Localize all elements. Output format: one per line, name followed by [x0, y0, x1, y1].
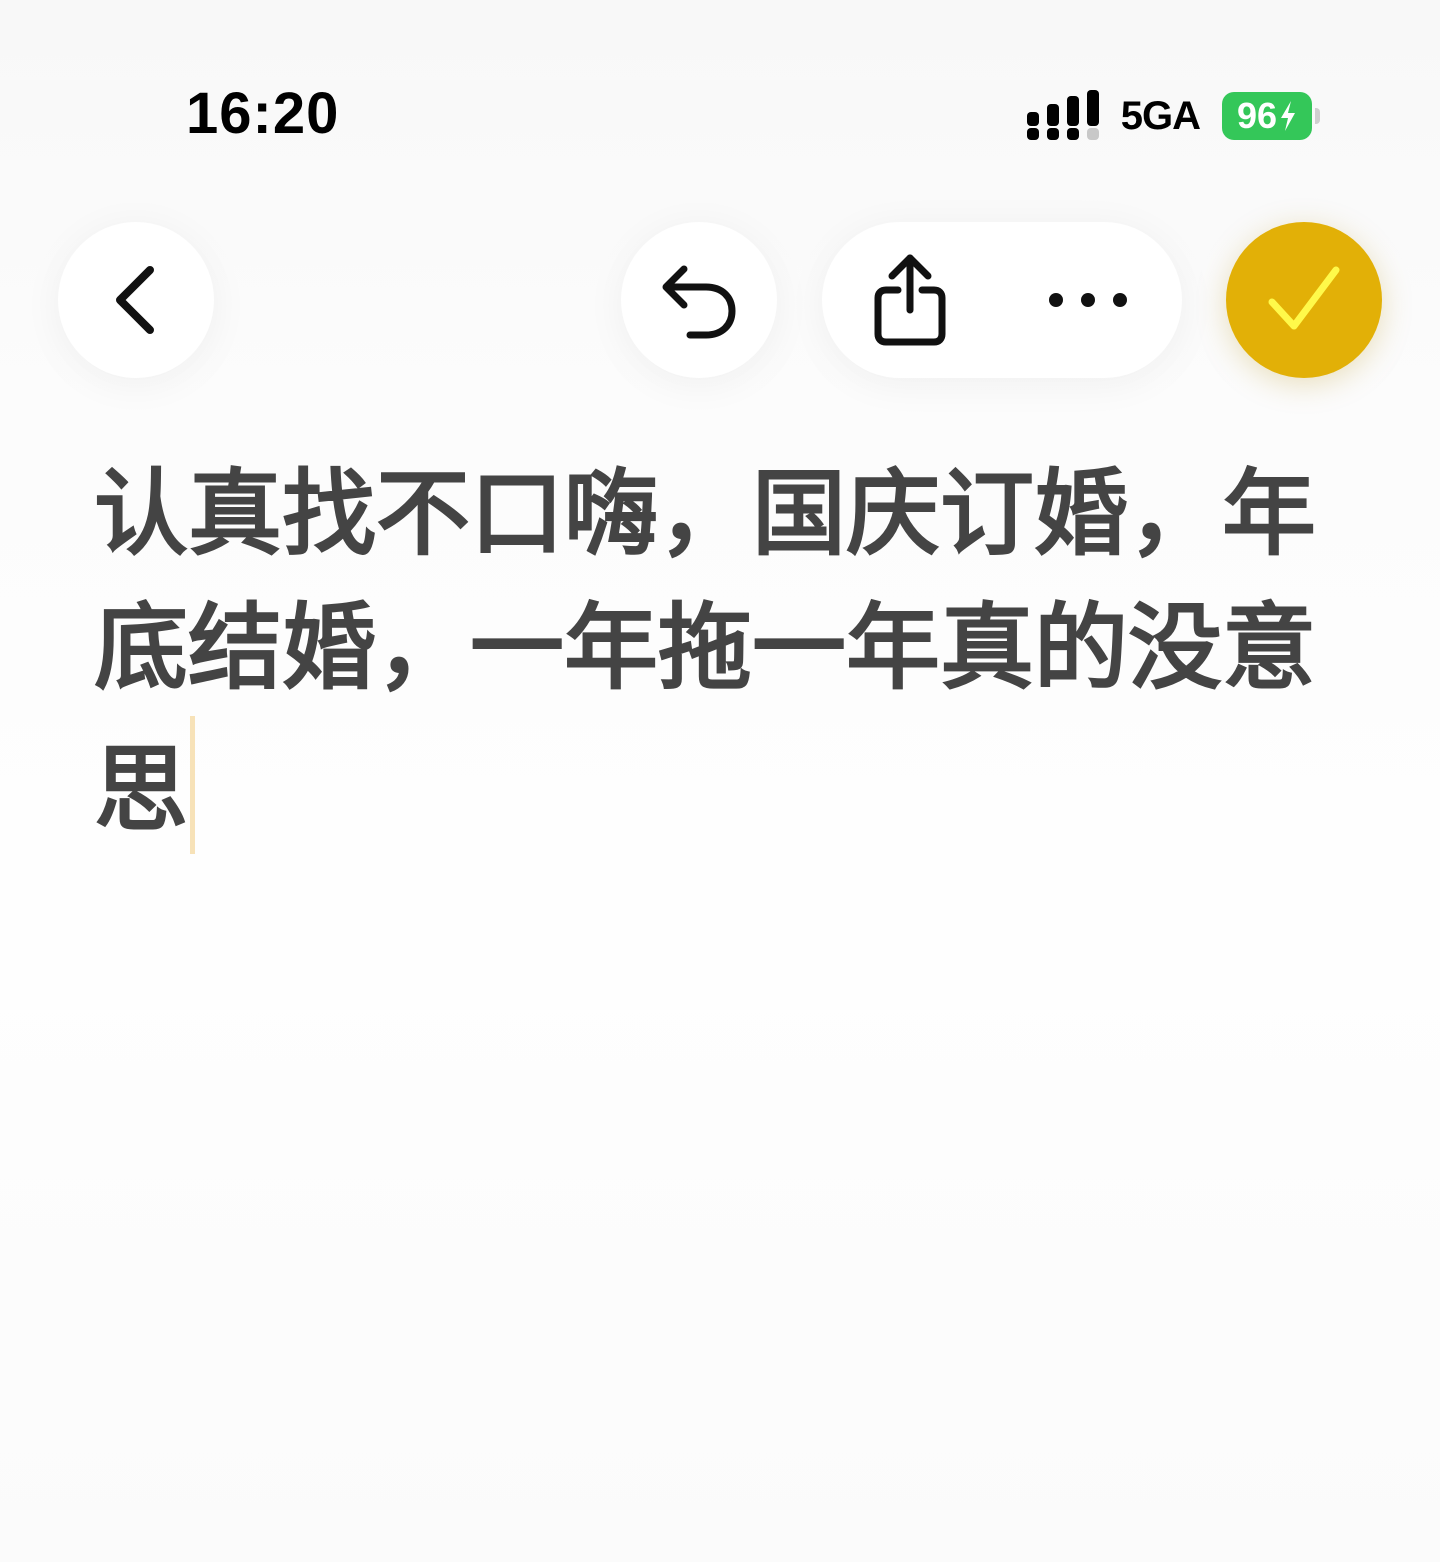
note-body-text: 认真找不口嗨，国庆订婚，年底结婚，一年拖一年真的没意思: [94, 460, 1317, 845]
more-button[interactable]: [1028, 246, 1148, 354]
status-time: 16:20: [186, 81, 340, 146]
checkmark-icon: [1268, 266, 1340, 330]
battery-level: 96: [1236, 95, 1278, 136]
chevron-left-icon: [116, 266, 154, 334]
undo-icon: [662, 265, 736, 339]
undo-button[interactable]: [621, 222, 777, 378]
status-indicators: 5GA 96: [1026, 90, 1320, 142]
battery-cap: [1315, 108, 1320, 124]
ellipsis-icon: [1049, 293, 1127, 307]
cellular-signal-icon: [1026, 90, 1099, 140]
back-button[interactable]: [58, 222, 214, 378]
network-type: 5GA: [1120, 93, 1201, 138]
battery-body: 96: [1222, 92, 1312, 140]
charging-bolt-icon: [1281, 101, 1296, 131]
share-icon: [874, 254, 946, 346]
done-button[interactable]: [1226, 222, 1382, 378]
share-button[interactable]: [856, 246, 964, 354]
text-cursor: [190, 716, 196, 854]
action-pill: [822, 222, 1182, 378]
note-editor[interactable]: 认真找不口嗨，国庆订婚，年底结婚，一年拖一年真的没意思: [94, 448, 1348, 858]
battery-indicator: 96: [1222, 92, 1320, 140]
